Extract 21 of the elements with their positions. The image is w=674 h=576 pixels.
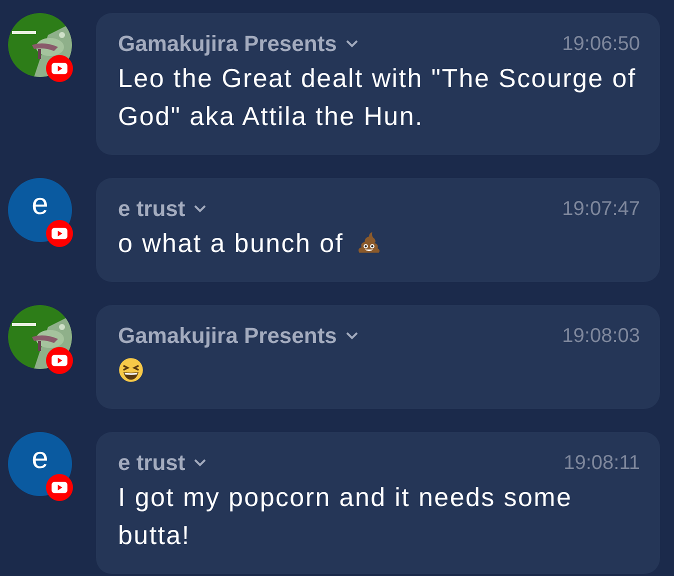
author-name[interactable]: Gamakujira Presents (118, 31, 337, 57)
chevron-down-icon[interactable] (344, 331, 359, 341)
author-name[interactable]: e trust (118, 196, 186, 222)
chevron-down-icon[interactable] (344, 39, 359, 49)
poop-emoji-icon (356, 230, 382, 256)
play-badge-icon (46, 220, 73, 247)
timestamp: 19:08:03 (562, 324, 640, 348)
author-name[interactable]: e trust (118, 450, 186, 476)
play-badge-icon (46, 347, 73, 374)
play-badge-icon (46, 474, 73, 501)
laughing-emoji-icon (118, 357, 144, 383)
timestamp: 19:07:47 (562, 198, 640, 220)
timestamp: 19:08:11 (564, 452, 640, 474)
message-text: Leo the Great dealt with "The Scourge of God" aka Attila the Hun. (118, 63, 636, 131)
chevron-down-icon[interactable] (193, 458, 208, 468)
timestamp: 19:06:50 (562, 32, 640, 56)
author-name[interactable]: Gamakujira Presents (118, 323, 337, 349)
message-text: I got my popcorn and it needs some butta! (118, 482, 572, 550)
play-badge-icon (46, 55, 73, 82)
chevron-down-icon[interactable] (193, 204, 208, 214)
message-text: o what a bunch of (118, 228, 344, 258)
